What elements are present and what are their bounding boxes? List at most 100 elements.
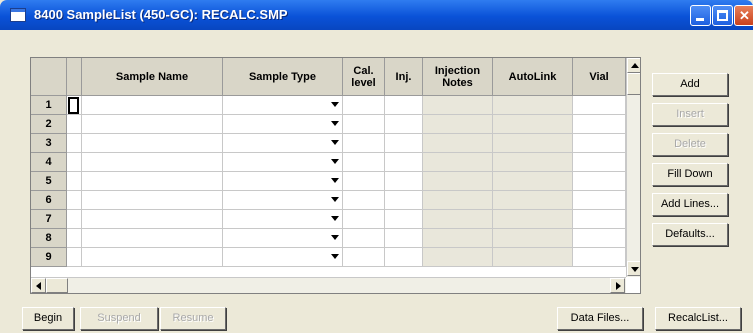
suspend-button[interactable]: Suspend (80, 307, 158, 330)
row-header[interactable]: 1 (31, 96, 67, 115)
sample-type-cell[interactable] (223, 210, 343, 229)
row-header[interactable]: 2 (31, 115, 67, 134)
window-icon[interactable] (10, 8, 26, 22)
row-header[interactable]: 3 (31, 134, 67, 153)
indicator-cell[interactable] (67, 191, 82, 210)
inj-cell[interactable] (385, 248, 423, 267)
column-header-injection-notes[interactable]: Injection Notes (423, 58, 493, 96)
add-button[interactable]: Add (652, 73, 728, 96)
injection-notes-cell[interactable] (423, 115, 493, 134)
injection-notes-cell[interactable] (423, 210, 493, 229)
chevron-down-icon[interactable] (331, 102, 339, 107)
injection-notes-cell[interactable] (423, 134, 493, 153)
column-header-vial[interactable]: Vial (573, 58, 626, 96)
sample-type-cell[interactable] (223, 115, 343, 134)
row-header[interactable]: 9 (31, 248, 67, 267)
sample-name-cell[interactable] (82, 172, 223, 191)
scroll-up-button[interactable] (627, 58, 640, 73)
autolink-cell[interactable] (493, 153, 573, 172)
chevron-down-icon[interactable] (331, 197, 339, 202)
column-header-autolink[interactable]: AutoLink (493, 58, 573, 96)
add-lines-button[interactable]: Add Lines... (652, 193, 728, 216)
horizontal-scrollbar[interactable] (31, 277, 626, 293)
defaults-button[interactable]: Defaults... (652, 223, 728, 246)
column-header-inj[interactable]: Inj. (385, 58, 423, 96)
inj-cell[interactable] (385, 96, 423, 115)
chevron-down-icon[interactable] (331, 235, 339, 240)
autolink-cell[interactable] (493, 210, 573, 229)
vial-cell[interactable] (573, 248, 626, 267)
sample-name-cell[interactable] (82, 210, 223, 229)
vial-cell[interactable] (573, 229, 626, 248)
cal-level-cell[interactable] (343, 153, 385, 172)
begin-button[interactable]: Begin (22, 307, 74, 330)
sample-name-cell[interactable] (82, 248, 223, 267)
indicator-cell[interactable] (67, 229, 82, 248)
maximize-icon[interactable] (712, 5, 733, 26)
indicator-cell[interactable] (67, 172, 82, 191)
inj-cell[interactable] (385, 153, 423, 172)
inj-cell[interactable] (385, 210, 423, 229)
autolink-cell[interactable] (493, 134, 573, 153)
chevron-down-icon[interactable] (331, 159, 339, 164)
autolink-cell[interactable] (493, 248, 573, 267)
cal-level-cell[interactable] (343, 96, 385, 115)
sample-name-cell[interactable] (82, 153, 223, 172)
autolink-cell[interactable] (493, 229, 573, 248)
cal-level-cell[interactable] (343, 115, 385, 134)
chevron-down-icon[interactable] (331, 254, 339, 259)
inj-cell[interactable] (385, 115, 423, 134)
sample-type-cell[interactable] (223, 248, 343, 267)
vial-cell[interactable] (573, 172, 626, 191)
title-bar[interactable]: 8400 SampleList (450-GC): RECALC.SMP ✕ (0, 0, 753, 30)
cal-level-cell[interactable] (343, 172, 385, 191)
vertical-scroll-thumb[interactable] (627, 73, 640, 95)
vial-cell[interactable] (573, 210, 626, 229)
delete-button[interactable]: Delete (652, 133, 728, 156)
scroll-down-button[interactable] (627, 261, 640, 276)
injection-notes-cell[interactable] (423, 153, 493, 172)
resume-button[interactable]: Resume (160, 307, 226, 330)
vial-cell[interactable] (573, 134, 626, 153)
cal-level-cell[interactable] (343, 229, 385, 248)
cal-level-cell[interactable] (343, 134, 385, 153)
data-files-button[interactable]: Data Files... (557, 307, 643, 330)
sample-type-cell[interactable] (223, 96, 343, 115)
row-header[interactable]: 8 (31, 229, 67, 248)
recalc-list-button[interactable]: RecalcList... (655, 307, 741, 330)
column-header-cal-level[interactable]: Cal. level (343, 58, 385, 96)
column-header-sample-type[interactable]: Sample Type (223, 58, 343, 96)
injection-notes-cell[interactable] (423, 96, 493, 115)
column-header-sample-name[interactable]: Sample Name (82, 58, 223, 96)
minimize-icon[interactable] (690, 5, 711, 26)
corner-header[interactable] (31, 58, 67, 96)
close-icon[interactable]: ✕ (734, 5, 753, 26)
injection-notes-cell[interactable] (423, 248, 493, 267)
injection-notes-cell[interactable] (423, 172, 493, 191)
sample-name-cell[interactable] (82, 229, 223, 248)
sample-type-cell[interactable] (223, 191, 343, 210)
indicator-cell[interactable] (67, 134, 82, 153)
sample-type-cell[interactable] (223, 153, 343, 172)
vial-cell[interactable] (573, 96, 626, 115)
sample-type-cell[interactable] (223, 172, 343, 191)
horizontal-scroll-thumb[interactable] (46, 278, 68, 293)
row-header[interactable]: 6 (31, 191, 67, 210)
cal-level-cell[interactable] (343, 210, 385, 229)
vertical-scrollbar[interactable] (626, 58, 640, 277)
chevron-down-icon[interactable] (331, 216, 339, 221)
inj-cell[interactable] (385, 172, 423, 191)
autolink-cell[interactable] (493, 191, 573, 210)
sample-name-cell[interactable] (82, 191, 223, 210)
chevron-down-icon[interactable] (331, 140, 339, 145)
vial-cell[interactable] (573, 153, 626, 172)
scroll-left-button[interactable] (31, 278, 46, 293)
chevron-down-icon[interactable] (331, 178, 339, 183)
sample-name-cell[interactable] (82, 96, 223, 115)
injection-notes-cell[interactable] (423, 191, 493, 210)
scroll-right-button[interactable] (610, 278, 625, 293)
injection-notes-cell[interactable] (423, 229, 493, 248)
vial-cell[interactable] (573, 191, 626, 210)
inj-cell[interactable] (385, 134, 423, 153)
indicator-cell[interactable] (67, 248, 82, 267)
